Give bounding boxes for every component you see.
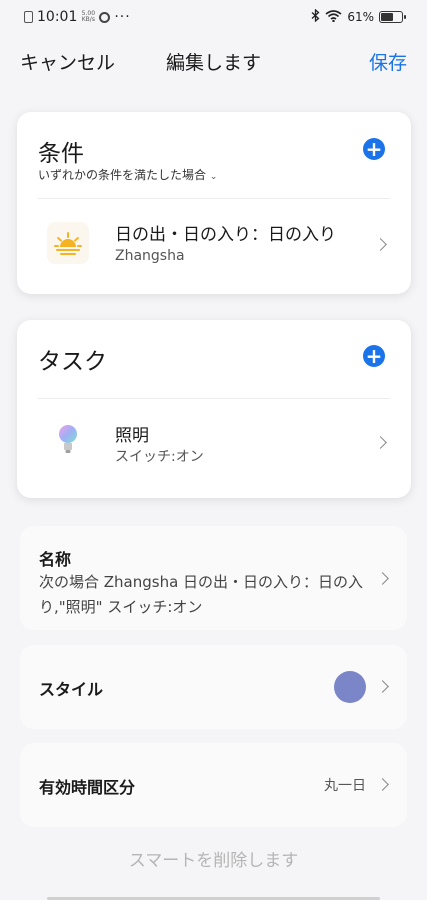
- add-task-button[interactable]: +: [363, 345, 385, 367]
- valid-time-value: 丸一日: [324, 778, 366, 794]
- sim-icon: [24, 11, 33, 23]
- condition-match-dropdown[interactable]: いずれかの条件を満たした場合 ⌄: [38, 166, 217, 183]
- chevron-right-icon: [374, 436, 387, 449]
- light-bulb-icon: [47, 420, 89, 462]
- conditions-card: 条件 + いずれかの条件を満たした場合 ⌄ 日の出・日の入り：日の入り Zhan…: [17, 112, 411, 294]
- chevron-right-icon: [376, 680, 389, 693]
- condition-item[interactable]: 日の出・日の入り：日の入り Zhangsha: [17, 198, 411, 294]
- bluetooth-icon: [311, 8, 320, 25]
- name-value: 次の場合 Zhangsha 日の出・日の入り：日の入り,"照明" スイッチ:オン: [39, 573, 364, 616]
- name-setting[interactable]: 名称 次の場合 Zhangsha 日の出・日の入り：日の入り,"照明" スイッチ…: [20, 526, 407, 630]
- battery-icon: [379, 11, 406, 23]
- style-color-swatch: [334, 671, 366, 703]
- status-time: 10:01: [37, 9, 78, 25]
- valid-time-label: 有効時間区分: [39, 778, 136, 797]
- more-notifications: ···: [114, 9, 131, 25]
- status-left: 10:01 5.00 KB/s ···: [24, 9, 131, 25]
- condition-item-title: 日の出・日の入り：日の入り: [115, 225, 336, 245]
- delete-smart-button[interactable]: スマートを削除します: [0, 846, 427, 871]
- app-notification-icon: [99, 11, 111, 23]
- header: キャンセル 編集します 保存: [0, 42, 427, 78]
- add-condition-button[interactable]: +: [363, 138, 385, 160]
- chevron-right-icon: [374, 238, 387, 251]
- style-label: スタイル: [39, 680, 104, 699]
- style-setting[interactable]: スタイル: [20, 645, 407, 729]
- valid-time-setting[interactable]: 有効時間区分 丸一日: [20, 743, 407, 827]
- chevron-right-icon: [376, 572, 389, 585]
- battery-fill: [381, 13, 393, 21]
- status-right: 61%: [311, 8, 406, 25]
- battery-percent: 61%: [347, 10, 374, 24]
- conditions-title: 条件: [38, 141, 84, 167]
- network-speed: 5.00 KB/s: [81, 10, 96, 23]
- condition-match-label: いずれかの条件を満たした場合: [38, 168, 207, 182]
- page-title: 編集します: [165, 52, 261, 74]
- chevron-right-icon: [376, 778, 389, 791]
- name-label: 名称: [39, 550, 72, 569]
- tasks-title: タスク: [38, 349, 107, 375]
- status-bar: 10:01 5.00 KB/s ··· 61%: [0, 0, 427, 34]
- task-item[interactable]: 照明 スイッチ:オン: [17, 398, 411, 498]
- wifi-icon: [325, 9, 342, 25]
- save-button[interactable]: 保存: [369, 48, 407, 75]
- tasks-card: タスク + 照明 スイッチ:オン: [17, 320, 411, 498]
- chevron-down-icon: ⌄: [209, 172, 218, 182]
- condition-item-location: Zhangsha: [115, 248, 185, 264]
- sunset-icon: [47, 222, 89, 264]
- task-item-title: 照明: [115, 426, 149, 446]
- plus-icon: +: [365, 137, 383, 161]
- task-item-action: スイッチ:オン: [115, 449, 204, 465]
- plus-icon: +: [365, 344, 383, 368]
